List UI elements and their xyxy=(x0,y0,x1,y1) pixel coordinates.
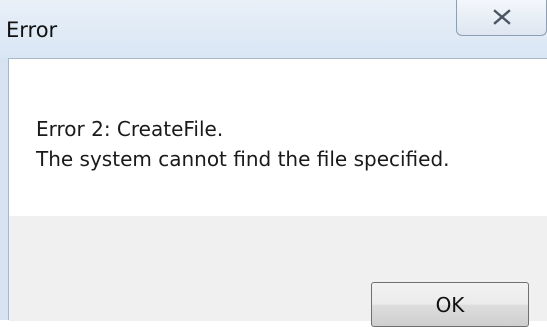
error-message-line-1: Error 2: CreateFile. xyxy=(36,117,224,141)
button-bar: OK xyxy=(9,216,547,327)
window-frame-left xyxy=(0,58,8,320)
error-dialog: Error Error 2: CreateFile. The system ca… xyxy=(0,0,547,327)
dialog-body: Error 2: CreateFile. The system cannot f… xyxy=(8,58,547,327)
title-bar[interactable]: Error xyxy=(0,0,547,58)
close-x-icon xyxy=(492,8,511,25)
close-button[interactable] xyxy=(456,0,547,36)
ok-button[interactable]: OK xyxy=(371,282,529,327)
message-area: Error 2: CreateFile. The system cannot f… xyxy=(9,59,547,216)
error-message-line-2: The system cannot find the file specifie… xyxy=(36,147,450,171)
window-title: Error xyxy=(6,18,58,42)
